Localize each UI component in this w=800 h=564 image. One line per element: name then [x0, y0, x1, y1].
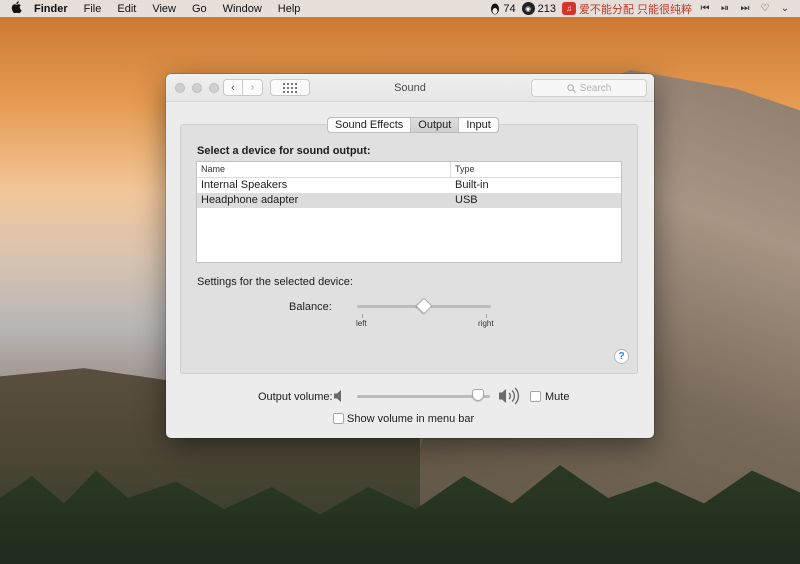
netease-icon: ◉ [521, 2, 535, 15]
tab-output[interactable]: Output [410, 118, 459, 132]
heart-icon[interactable]: ♡ [758, 3, 772, 14]
menu-view[interactable]: View [144, 3, 184, 15]
device-type: USB [455, 194, 478, 206]
apple-menu-icon[interactable] [0, 1, 32, 16]
menu-bar: Finder File Edit View Go Window Help 74 … [0, 0, 800, 17]
menu-chevron-icon[interactable]: ⌄ [778, 3, 792, 14]
device-type: Built-in [455, 179, 489, 191]
device-name: Headphone adapter [201, 194, 299, 206]
balance-left-label: left [356, 319, 367, 328]
sound-preferences-window: ‹ › Sound Search Sound Effects Output In… [166, 74, 654, 438]
search-placeholder: Search [579, 82, 612, 94]
balance-tick-left [362, 314, 363, 318]
output-volume-slider-knob[interactable] [471, 389, 484, 401]
menu-help[interactable]: Help [270, 3, 309, 15]
balance-slider[interactable] [357, 297, 491, 315]
menu-file[interactable]: File [76, 3, 110, 15]
window-titlebar: ‹ › Sound Search [166, 74, 654, 102]
menu-go[interactable]: Go [184, 3, 215, 15]
table-row[interactable]: Headphone adapter USB [197, 193, 621, 208]
qq-penguin-icon [491, 3, 500, 14]
netease-music-icon: ♫ [561, 2, 576, 15]
table-header: Name Type [197, 162, 621, 178]
device-table: Name Type Internal Speakers Built-in Hea… [196, 161, 622, 263]
balance-right-label: right [478, 319, 494, 328]
show-volume-checkbox[interactable] [333, 413, 344, 424]
speaker-high-icon [499, 387, 520, 405]
output-volume-label: Output volume: [258, 391, 333, 403]
menu-app-finder[interactable]: Finder [32, 3, 76, 15]
search-icon [566, 83, 576, 93]
mute-label: Mute [545, 391, 570, 403]
tab-bar: Sound Effects Output Input [327, 117, 499, 133]
device-name: Internal Speakers [201, 179, 288, 191]
song-title: 爱不能分配 只能很纯粹 [578, 3, 692, 16]
settings-section-label: Settings for the selected device: [197, 276, 353, 288]
balance-tick-right [486, 314, 487, 318]
qq-count: 74 [503, 2, 516, 15]
table-row[interactable]: Internal Speakers Built-in [197, 178, 621, 193]
previous-track-icon[interactable]: ⏮ [698, 3, 712, 14]
menu-edit[interactable]: Edit [109, 3, 144, 15]
qq-status-item[interactable]: 74 [490, 2, 516, 15]
tab-input[interactable]: Input [458, 118, 497, 132]
mute-checkbox[interactable] [530, 391, 541, 402]
help-button[interactable]: ? [614, 349, 629, 364]
speaker-low-icon [334, 390, 341, 402]
netease-status-item[interactable]: ◉ 213 [521, 2, 556, 15]
tab-sound-effects[interactable]: Sound Effects [328, 118, 410, 132]
column-header-name[interactable]: Name [197, 162, 451, 177]
play-icon[interactable]: ⏯ [718, 3, 732, 14]
search-input[interactable]: Search [531, 79, 647, 97]
show-volume-label: Show volume in menu bar [347, 413, 475, 425]
menu-window[interactable]: Window [215, 3, 270, 15]
next-track-icon[interactable]: ⏭ [738, 3, 752, 14]
column-header-type[interactable]: Type [451, 162, 621, 177]
music-status-item[interactable]: ♫ 爱不能分配 只能很纯粹 [561, 1, 692, 17]
output-volume-slider[interactable] [357, 389, 490, 401]
balance-label: Balance: [289, 301, 332, 313]
device-section-label: Select a device for sound output: [197, 145, 371, 157]
status-area: 74 ◉ 213 ♫ 爱不能分配 只能很纯粹 ⏮ ⏯ ⏭ ♡ ⌄ [490, 1, 800, 17]
netease-count: 213 [537, 2, 556, 15]
